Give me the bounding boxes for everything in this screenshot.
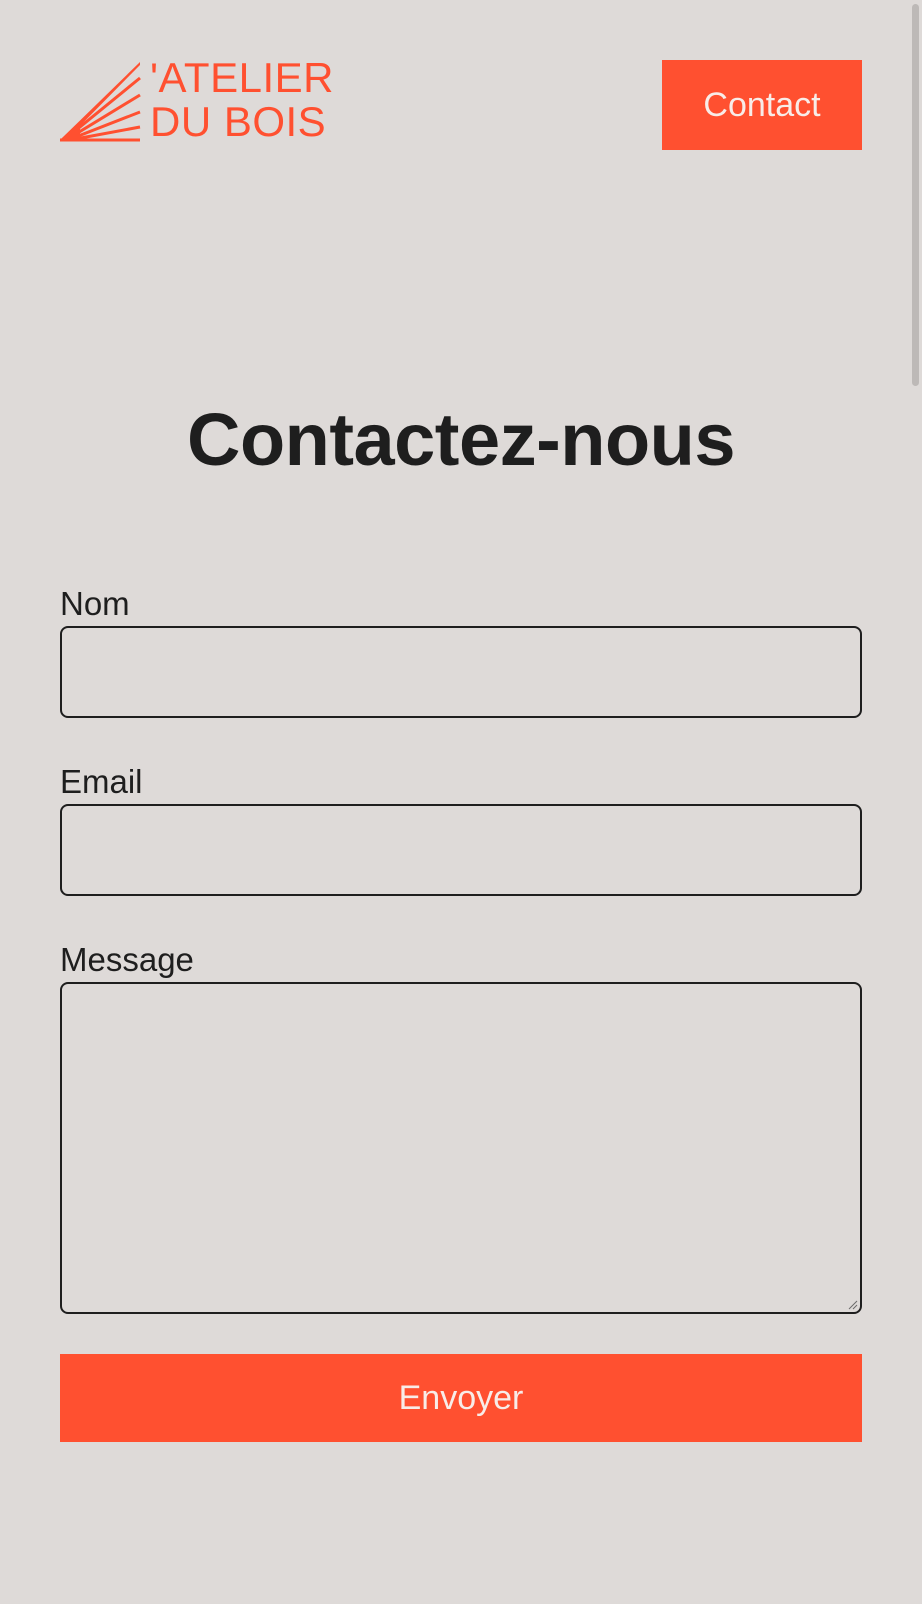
email-label: Email bbox=[60, 763, 143, 800]
brand-name-line2: DU BOIS bbox=[150, 98, 327, 145]
page-title: Contactez-nous bbox=[187, 398, 736, 481]
submit-button[interactable]: Envoyer bbox=[60, 1354, 862, 1442]
resize-grip-icon[interactable] bbox=[846, 1298, 858, 1310]
message-label: Message bbox=[60, 941, 194, 978]
scrollbar-thumb[interactable] bbox=[912, 4, 919, 386]
brand-name-line1: 'ATELIER bbox=[150, 54, 334, 101]
email-input[interactable] bbox=[60, 804, 862, 896]
page-scrollbar[interactable] bbox=[909, 0, 922, 1604]
brand-name: 'ATELIER DU BOIS bbox=[150, 56, 334, 144]
message-textarea[interactable] bbox=[60, 982, 862, 1314]
name-input[interactable] bbox=[60, 626, 862, 718]
brand-logo[interactable]: 'ATELIER DU BOIS bbox=[60, 56, 340, 144]
name-label: Nom bbox=[60, 585, 130, 622]
contact-button[interactable]: Contact bbox=[662, 60, 862, 150]
sunburst-logo-icon bbox=[60, 62, 141, 142]
